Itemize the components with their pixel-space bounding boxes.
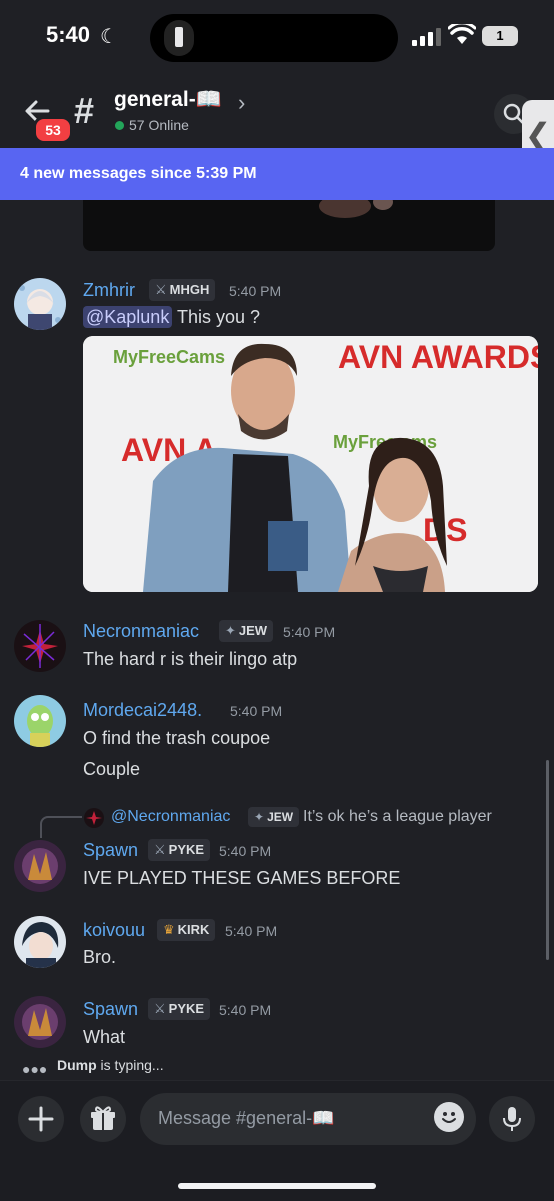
status-time: 5:40 [46,22,91,47]
unread-badge: 53 [33,116,73,144]
smiley-icon [442,1112,456,1123]
username[interactable]: Zmhrir [83,280,135,301]
reply-avatar [84,808,104,828]
gift-icon [91,1106,115,1130]
message-text: Couple [83,759,141,779]
mention[interactable]: @Kaplunk [83,306,173,328]
wifi-icon [448,24,476,44]
add-button[interactable] [18,1096,64,1142]
message-text: O find the trash coupoe [83,728,271,748]
typing-dots-icon: ●●● [22,1061,48,1077]
role-label: KIRK [177,922,210,937]
typing-user: Dump [57,1057,97,1073]
sword-icon: ⚔ [155,282,167,297]
reply-connector [40,816,82,838]
emoji-button[interactable] [434,1102,464,1132]
role-label: JEW [238,623,268,638]
avatar[interactable] [14,840,66,892]
reply-username[interactable]: @Necronmaniac [111,808,230,826]
message-text: Bro. [83,947,117,967]
role-label: PYKE [168,1001,205,1016]
avatar[interactable] [14,916,66,968]
role-tag[interactable]: ⚔ MHGH [149,279,216,301]
flashlight-icon [164,20,194,56]
reply-role-tag: ✦ JEW [248,807,300,827]
message-text: @Kaplunk This you ? [83,306,261,328]
timestamp: 5:40 PM [230,703,283,719]
avatar[interactable] [14,695,66,747]
role-tag[interactable]: ⚔ PYKE [148,839,211,861]
photo-banner-right: AVN AWARDS [338,339,538,375]
new-messages-text: 4 new messages since 5:39 PM [20,165,257,182]
compass-icon: ✦ [225,623,236,638]
online-count: 57 Online [129,117,189,133]
gift-button[interactable] [80,1096,126,1142]
username[interactable]: Spawn [83,999,138,1020]
timestamp: 5:40 PM [283,624,336,640]
sword-icon: ⚔ [154,1001,166,1016]
previous-image[interactable] [83,200,495,251]
signal-icon [412,28,441,46]
username[interactable]: Mordecai2448. [83,700,202,721]
battery-icon: 1 [482,26,518,46]
role-tag[interactable]: ♛ KIRK [157,919,216,941]
username[interactable]: Necronmaniac [83,621,199,642]
timestamp: 5:40 PM [219,1002,272,1018]
avatar[interactable] [14,996,66,1048]
avatar[interactable] [14,620,66,672]
compass-icon: ✦ [254,810,265,824]
photo-banner-left: MyFreeCams [113,347,225,367]
typing-indicator: Dump is typing... [57,1057,164,1073]
attached-photo[interactable]: MyFreeCams MyFree ams AVN AWARDS AVN A D… [83,336,538,592]
avatar[interactable] [14,278,66,330]
home-indicator [178,1183,376,1189]
reply-preview[interactable]: It’s ok he’s a league player [303,808,492,826]
timestamp: 5:40 PM [219,843,272,859]
timestamp: 5:40 PM [229,283,282,299]
typing-suffix: is typing... [96,1057,164,1073]
plus-icon [28,1106,54,1132]
chevron-right-icon[interactable]: › [238,90,245,116]
username[interactable]: Spawn [83,840,138,861]
hash-icon: # [74,90,95,131]
online-dot-icon [115,121,124,130]
username[interactable]: koivouu [83,920,145,941]
scrollbar[interactable] [546,760,549,960]
timestamp: 5:40 PM [225,923,278,939]
role-label: JEW [267,810,294,824]
role-tag[interactable]: ✦ JEW [219,620,274,642]
message-text: What [83,1027,126,1047]
microphone-icon [503,1107,521,1131]
moon-icon: ☾ [100,26,118,48]
role-label: MHGH [169,282,210,297]
message-text: The hard r is their lingo atp [83,649,298,669]
voice-button[interactable] [489,1096,535,1142]
crown-icon: ♛ [163,922,175,937]
message-text: IVE PLAYED THESE GAMES BEFORE [83,868,401,888]
message-body: This you ? [172,307,261,327]
channel-name[interactable]: general-📖 [114,88,222,112]
role-label: PYKE [168,842,205,857]
role-tag[interactable]: ⚔ PYKE [148,998,211,1020]
sword-icon: ⚔ [154,842,166,857]
message-placeholder: Message #general-📖 [158,1108,335,1128]
